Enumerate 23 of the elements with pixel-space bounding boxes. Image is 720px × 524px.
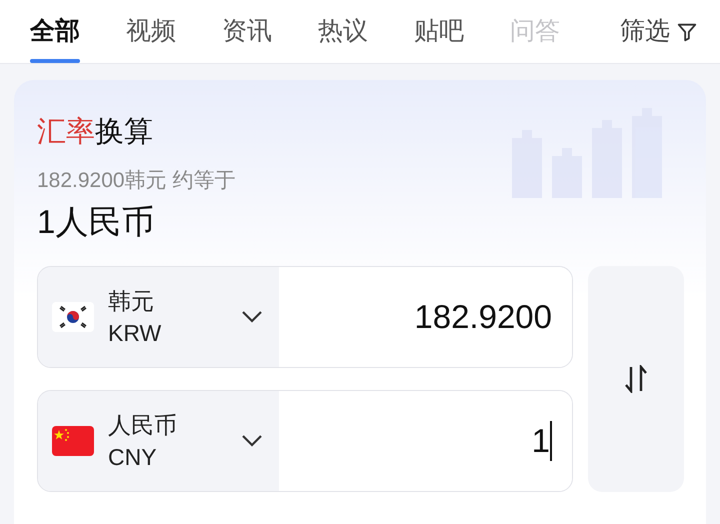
filter-button[interactable]: 筛选: [620, 0, 698, 63]
swap-button[interactable]: [588, 266, 684, 492]
currency-name: 韩元: [108, 287, 155, 316]
tab[interactable]: 资讯: [222, 0, 272, 63]
currency-code: KRW: [108, 319, 162, 348]
currency-selector[interactable]: 人民币 CNY: [38, 391, 279, 491]
currency-code: CNY: [108, 443, 158, 472]
converter-title: 汇率换算: [37, 115, 154, 150]
chevron-down-icon: [241, 310, 263, 324]
text-cursor: [550, 421, 552, 461]
swap-icon: [623, 365, 649, 393]
flag-icon: [52, 302, 94, 332]
tab[interactable]: 热议: [318, 0, 368, 63]
tab[interactable]: 全部: [30, 0, 80, 63]
conversion-result: 1人民币: [37, 202, 156, 242]
conversion-summary: 182.9200韩元 约等于: [37, 168, 236, 194]
currency-selector[interactable]: 韩元 KRW: [38, 267, 279, 367]
currency-name: 人民币: [108, 411, 178, 440]
flag-icon: [52, 426, 94, 456]
tab[interactable]: 视频: [126, 0, 176, 63]
tab[interactable]: 贴吧: [414, 0, 464, 63]
amount-field[interactable]: 182.9200: [279, 267, 572, 367]
chevron-down-icon: [241, 434, 263, 448]
